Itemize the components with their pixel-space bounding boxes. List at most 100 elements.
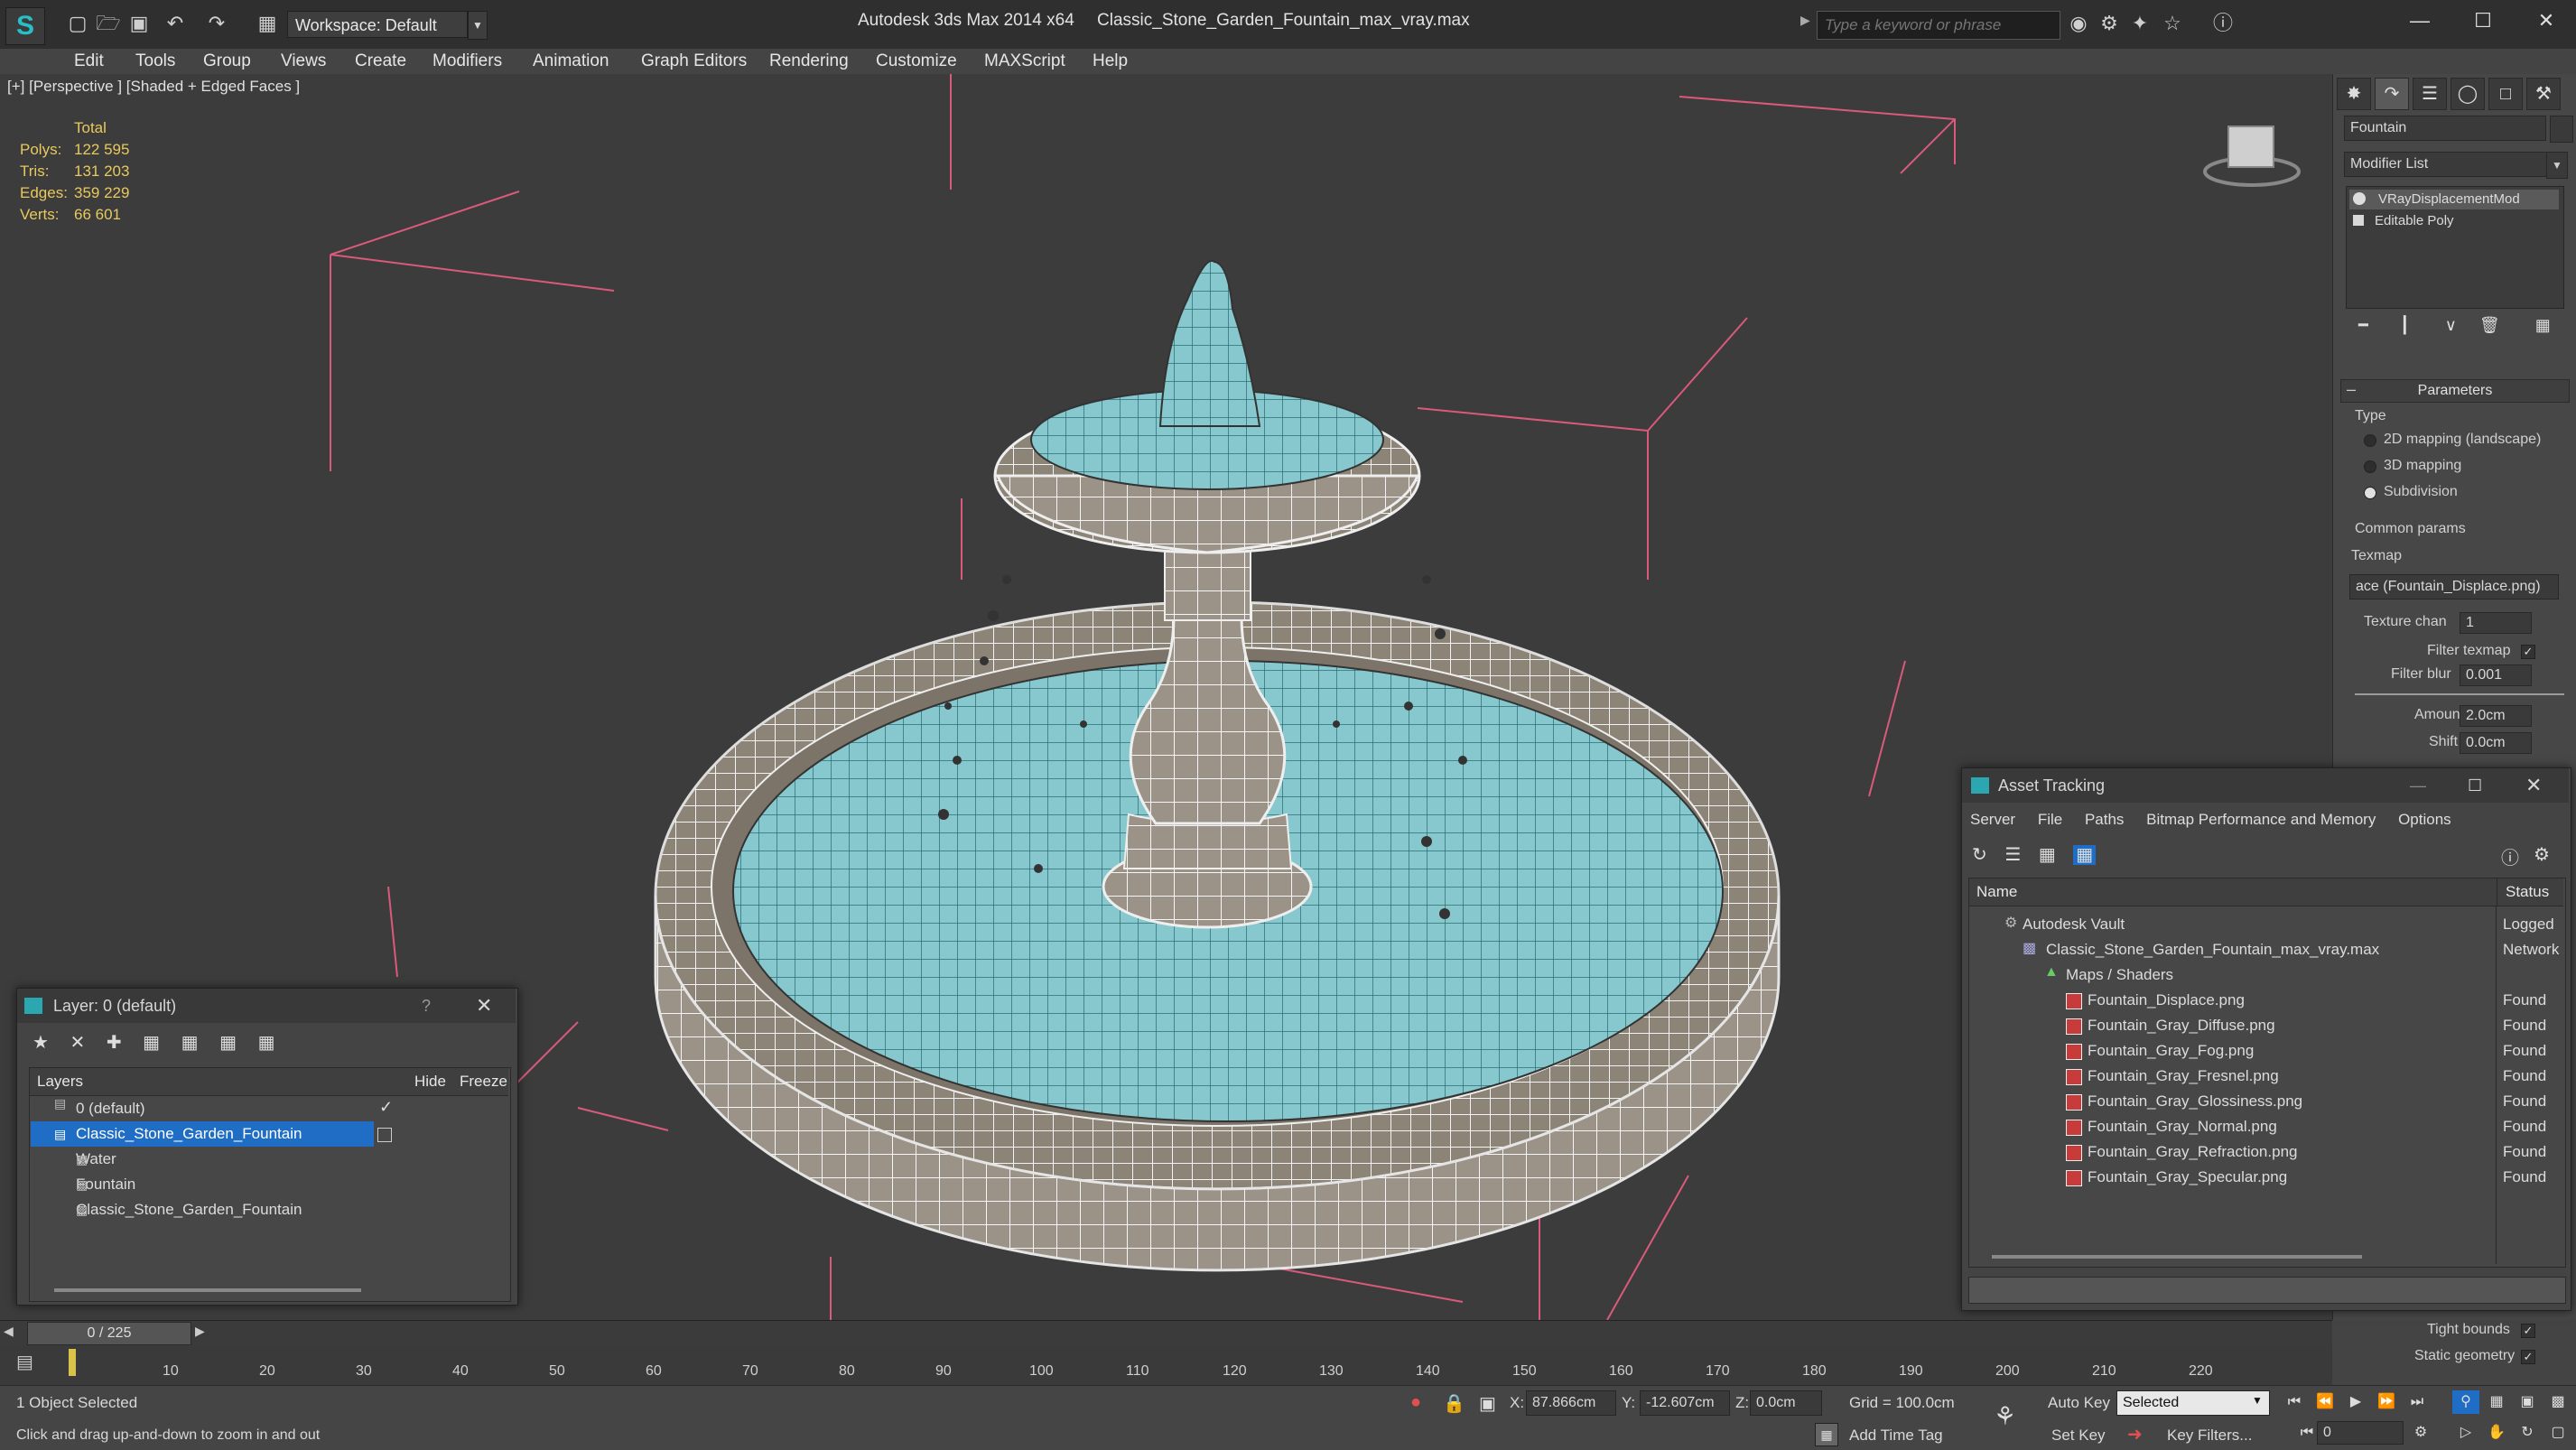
motion-tab-icon[interactable]: ◯ bbox=[2450, 78, 2485, 110]
select-objects-icon[interactable]: ▦ bbox=[143, 1033, 160, 1053]
asset-row-max-file[interactable]: Classic_Stone_Garden_Fountain_max_vray.m… bbox=[1986, 937, 2492, 962]
add-time-tag-button[interactable]: Add Time Tag bbox=[1849, 1427, 1943, 1445]
make-unique-icon[interactable]: ∨ bbox=[2445, 316, 2457, 334]
absolute-mode-icon[interactable]: ▣ bbox=[1479, 1392, 1496, 1415]
asset-row-file[interactable]: Fountain_Gray_Glossiness.png bbox=[2066, 1089, 2490, 1114]
current-frame-field[interactable]: 0 bbox=[2317, 1421, 2404, 1445]
chevron-down-icon[interactable]: ▼ bbox=[468, 11, 488, 40]
close-button[interactable]: ✕ bbox=[2519, 5, 2573, 36]
asset-row-file[interactable]: Fountain_Gray_Diffuse.png bbox=[2066, 1013, 2490, 1038]
texture-chan-spinner[interactable]: 1 bbox=[2460, 612, 2532, 634]
layer-help-button[interactable]: ? bbox=[422, 989, 431, 1023]
zoom-extents-icon[interactable]: ▣ bbox=[2514, 1390, 2541, 1414]
prev-frame-icon[interactable]: ◀ bbox=[4, 1324, 14, 1339]
menu-animation[interactable]: Animation bbox=[533, 49, 609, 74]
menu-tools[interactable]: Tools bbox=[135, 49, 175, 74]
hide-column-header[interactable]: Hide bbox=[414, 1068, 446, 1095]
asset-menu-bitmap[interactable]: Bitmap Performance and Memory bbox=[2146, 811, 2376, 828]
next-frame-icon[interactable]: ▶ bbox=[195, 1324, 205, 1339]
new-file-icon[interactable]: ▢ bbox=[65, 11, 90, 36]
menu-create[interactable]: Create bbox=[355, 49, 406, 74]
asset-row-file[interactable]: Fountain_Gray_Refraction.png bbox=[2066, 1139, 2490, 1165]
key-filters-button[interactable]: Key Filters... bbox=[2167, 1427, 2252, 1445]
menu-graph-editors[interactable]: Graph Editors bbox=[641, 49, 747, 74]
favorites-star-icon[interactable]: ☆ bbox=[2160, 11, 2185, 36]
time-config-icon[interactable]: ⚙ bbox=[2407, 1421, 2434, 1445]
thumbnail-view-icon[interactable]: ▦ bbox=[2039, 845, 2056, 865]
subscription-icon[interactable]: ⚙ bbox=[2097, 11, 2122, 36]
shift-spinner[interactable]: 0.0cm bbox=[2460, 732, 2532, 754]
communication-icon[interactable]: ✦ bbox=[2127, 11, 2153, 36]
refresh-icon[interactable]: ↻ bbox=[1972, 845, 1987, 865]
asset-window-titlebar[interactable]: Asset Tracking — ☐ ✕ bbox=[1962, 768, 2569, 803]
layer-list-scrollbar[interactable] bbox=[54, 1288, 361, 1292]
go-to-start-icon[interactable]: ⏮ bbox=[2281, 1390, 2308, 1414]
freeze-column-header[interactable]: Freeze bbox=[460, 1068, 507, 1095]
list-view-icon[interactable]: ☰ bbox=[2004, 845, 2021, 865]
chevron-down-icon[interactable]: ▼ bbox=[2252, 1394, 2263, 1407]
asset-row-file[interactable]: Fountain_Gray_Specular.png bbox=[2066, 1165, 2490, 1190]
menu-rendering[interactable]: Rendering bbox=[769, 49, 849, 74]
lightbulb-icon[interactable] bbox=[2353, 192, 2366, 205]
radio-subdivision[interactable] bbox=[2364, 487, 2376, 499]
asset-row-file[interactable]: Fountain_Gray_Fog.png bbox=[2066, 1038, 2490, 1064]
new-layer-icon[interactable]: ★ bbox=[33, 1033, 49, 1053]
asset-row-vault[interactable]: Autodesk Vault bbox=[1986, 912, 2492, 937]
zoom-all-icon[interactable]: ▦ bbox=[2483, 1390, 2510, 1414]
auto-key-button[interactable]: Auto Key bbox=[2048, 1394, 2110, 1412]
play-icon[interactable]: ▶ bbox=[2342, 1390, 2369, 1414]
isolate-icon[interactable]: ● bbox=[1410, 1392, 1421, 1413]
menu-modifiers[interactable]: Modifiers bbox=[432, 49, 502, 74]
asset-list-scrollbar[interactable] bbox=[1992, 1255, 2362, 1259]
stack-item-vraydisplacement[interactable]: VRayDisplacementMod bbox=[2349, 190, 2559, 209]
z-coord-field[interactable]: 0.0cm bbox=[1750, 1390, 1822, 1416]
time-slider-track[interactable] bbox=[0, 1320, 2332, 1346]
open-file-icon[interactable]: 🗁 bbox=[96, 11, 121, 36]
app-menu-button[interactable]: S bbox=[5, 7, 45, 45]
asset-help-icon[interactable]: ⓘ bbox=[2501, 843, 2519, 869]
asset-minimize-button[interactable]: — bbox=[2410, 768, 2426, 803]
utilities-tab-icon[interactable]: ⚒ bbox=[2526, 78, 2561, 110]
help-icon[interactable]: ⓘ bbox=[2210, 11, 2236, 36]
next-key-icon[interactable]: ⏩ bbox=[2373, 1390, 2400, 1414]
add-to-layer-icon[interactable]: ✚ bbox=[107, 1033, 122, 1053]
asset-menu-options[interactable]: Options bbox=[2398, 811, 2451, 828]
menu-maxscript[interactable]: MAXScript bbox=[984, 49, 1065, 74]
lock-selection-icon[interactable]: 🔒 bbox=[1443, 1392, 1465, 1415]
orbit-icon[interactable]: ↻ bbox=[2514, 1421, 2541, 1445]
project-folder-icon[interactable]: ▦ bbox=[255, 11, 280, 36]
modify-tab-icon[interactable]: ↷ bbox=[2375, 78, 2409, 110]
go-to-end-icon[interactable]: ⏭ bbox=[2404, 1390, 2431, 1414]
delete-layer-icon[interactable]: ✕ bbox=[70, 1033, 86, 1053]
time-tag-icon[interactable]: ▦ bbox=[1815, 1423, 1838, 1446]
asset-settings-icon[interactable]: ⚙ bbox=[2534, 843, 2550, 866]
asset-maximize-button[interactable]: ☐ bbox=[2468, 768, 2482, 803]
freeze-all-icon[interactable]: ▦ bbox=[258, 1033, 275, 1053]
configure-sets-icon[interactable]: ▦ bbox=[2535, 316, 2551, 334]
menu-help[interactable]: Help bbox=[1093, 49, 1128, 74]
asset-path-field[interactable] bbox=[1968, 1277, 2566, 1304]
pan-icon[interactable]: ✋ bbox=[2483, 1421, 2510, 1445]
binoculars-icon[interactable]: ◉ bbox=[2066, 11, 2091, 36]
asset-row-file[interactable]: Fountain_Displace.png bbox=[2066, 988, 2490, 1013]
amount-spinner[interactable]: 2.0cm bbox=[2460, 705, 2532, 727]
maximize-viewport-icon[interactable]: ▢ bbox=[2544, 1421, 2571, 1445]
layers-column-header[interactable]: Layers bbox=[37, 1068, 83, 1095]
parameters-rollout-header[interactable]: – Parameters bbox=[2340, 379, 2570, 403]
modifier-list-dropdown[interactable]: Modifier List bbox=[2344, 152, 2561, 177]
search-input[interactable] bbox=[1817, 11, 2060, 40]
time-slider-thumb[interactable]: 0 / 225 bbox=[27, 1322, 191, 1345]
maximize-button[interactable]: ☐ bbox=[2456, 5, 2510, 36]
table-view-icon[interactable]: ▦ bbox=[2073, 845, 2097, 865]
undo-icon[interactable]: ↶ bbox=[163, 11, 188, 36]
viewport-label[interactable]: [+] [Perspective ] [Shaded + Edged Faces… bbox=[7, 78, 300, 96]
y-coord-field[interactable]: -12.607cm bbox=[1640, 1390, 1730, 1416]
current-layer-checkbox[interactable] bbox=[377, 1128, 392, 1142]
asset-menu-server[interactable]: Server bbox=[1970, 811, 2015, 828]
highlight-layer-icon[interactable]: ▦ bbox=[181, 1033, 199, 1053]
layer-window-titlebar[interactable]: Layer: 0 (default) ? ✕ bbox=[17, 989, 516, 1023]
stack-item-editable-poly[interactable]: Editable Poly bbox=[2349, 211, 2559, 231]
object-color-swatch[interactable] bbox=[2550, 116, 2573, 143]
hierarchy-tab-icon[interactable]: ☰ bbox=[2413, 78, 2447, 110]
menu-edit[interactable]: Edit bbox=[74, 49, 104, 74]
